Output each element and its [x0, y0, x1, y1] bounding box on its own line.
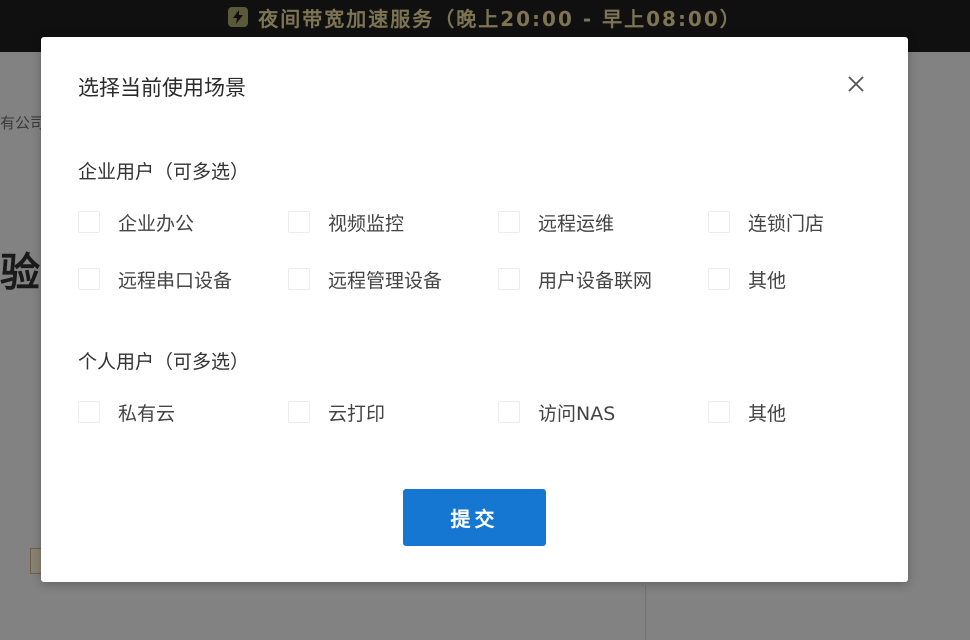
option-label: 连锁门店	[748, 212, 825, 235]
option-label: 访问NAS	[538, 402, 616, 425]
option-label: 远程串口设备	[118, 269, 233, 292]
option-label: 其他	[748, 402, 787, 425]
enterprise-options: 企业办公 视频监控 远程运维 连锁门店远程串口设备 远程管理设备 用户设备联网 其他	[78, 209, 918, 292]
checkbox[interactable]	[498, 401, 520, 423]
submit-button[interactable]: 提交	[403, 489, 546, 546]
enterprise-option[interactable]: 远程串口设备	[78, 266, 288, 292]
checkbox[interactable]	[78, 401, 100, 423]
enterprise-section-title: 企业用户（可多选）	[78, 161, 250, 183]
checkbox[interactable]	[288, 268, 310, 290]
promo-banner-content: 夜间带宽加速服务（晚上20:00 - 早上08:00）	[228, 3, 742, 32]
checkbox[interactable]	[498, 211, 520, 233]
checkbox[interactable]	[288, 401, 310, 423]
enterprise-option[interactable]: 用户设备联网	[498, 266, 708, 292]
option-label: 视频监控	[328, 212, 405, 235]
enterprise-option[interactable]: 企业办公	[78, 209, 288, 235]
option-label: 企业办公	[118, 212, 195, 235]
bolt-icon	[228, 7, 249, 27]
checkbox[interactable]	[498, 268, 520, 290]
option-label: 远程管理设备	[328, 269, 443, 292]
close-icon	[848, 76, 864, 92]
personal-options: 私有云 云打印 访问NAS 其他	[78, 399, 918, 425]
checkbox[interactable]	[708, 211, 730, 233]
background-heading: 验	[0, 250, 40, 296]
background-divider	[645, 585, 646, 640]
dialog-title: 选择当前使用场景	[78, 76, 246, 100]
personal-option[interactable]: 私有云	[78, 399, 288, 425]
checkbox[interactable]	[288, 211, 310, 233]
background-company-text: 有公司	[0, 114, 46, 132]
personal-section-title: 个人用户（可多选）	[78, 351, 250, 373]
scenario-dialog: 选择当前使用场景 企业用户（可多选） 企业办公 视频监控 远程运维 连锁门店远程串口设…	[41, 37, 908, 582]
option-label: 其他	[748, 269, 787, 292]
enterprise-option[interactable]: 连锁门店	[708, 209, 918, 235]
personal-option[interactable]: 云打印	[288, 399, 498, 425]
checkbox[interactable]	[708, 268, 730, 290]
enterprise-option[interactable]: 其他	[708, 266, 918, 292]
personal-option[interactable]: 其他	[708, 399, 918, 425]
enterprise-option[interactable]: 远程运维	[498, 209, 708, 235]
option-label: 云打印	[328, 402, 386, 425]
promo-banner-text: 夜间带宽加速服务（晚上20:00 - 早上08:00）	[258, 6, 742, 31]
checkbox[interactable]	[78, 268, 100, 290]
personal-option[interactable]: 访问NAS	[498, 399, 708, 425]
checkbox[interactable]	[78, 211, 100, 233]
option-label: 用户设备联网	[538, 269, 653, 292]
close-button[interactable]	[844, 72, 868, 96]
option-label: 私有云	[118, 402, 176, 425]
option-label: 远程运维	[538, 212, 615, 235]
checkbox[interactable]	[708, 401, 730, 423]
enterprise-option[interactable]: 远程管理设备	[288, 266, 498, 292]
enterprise-option[interactable]: 视频监控	[288, 209, 498, 235]
